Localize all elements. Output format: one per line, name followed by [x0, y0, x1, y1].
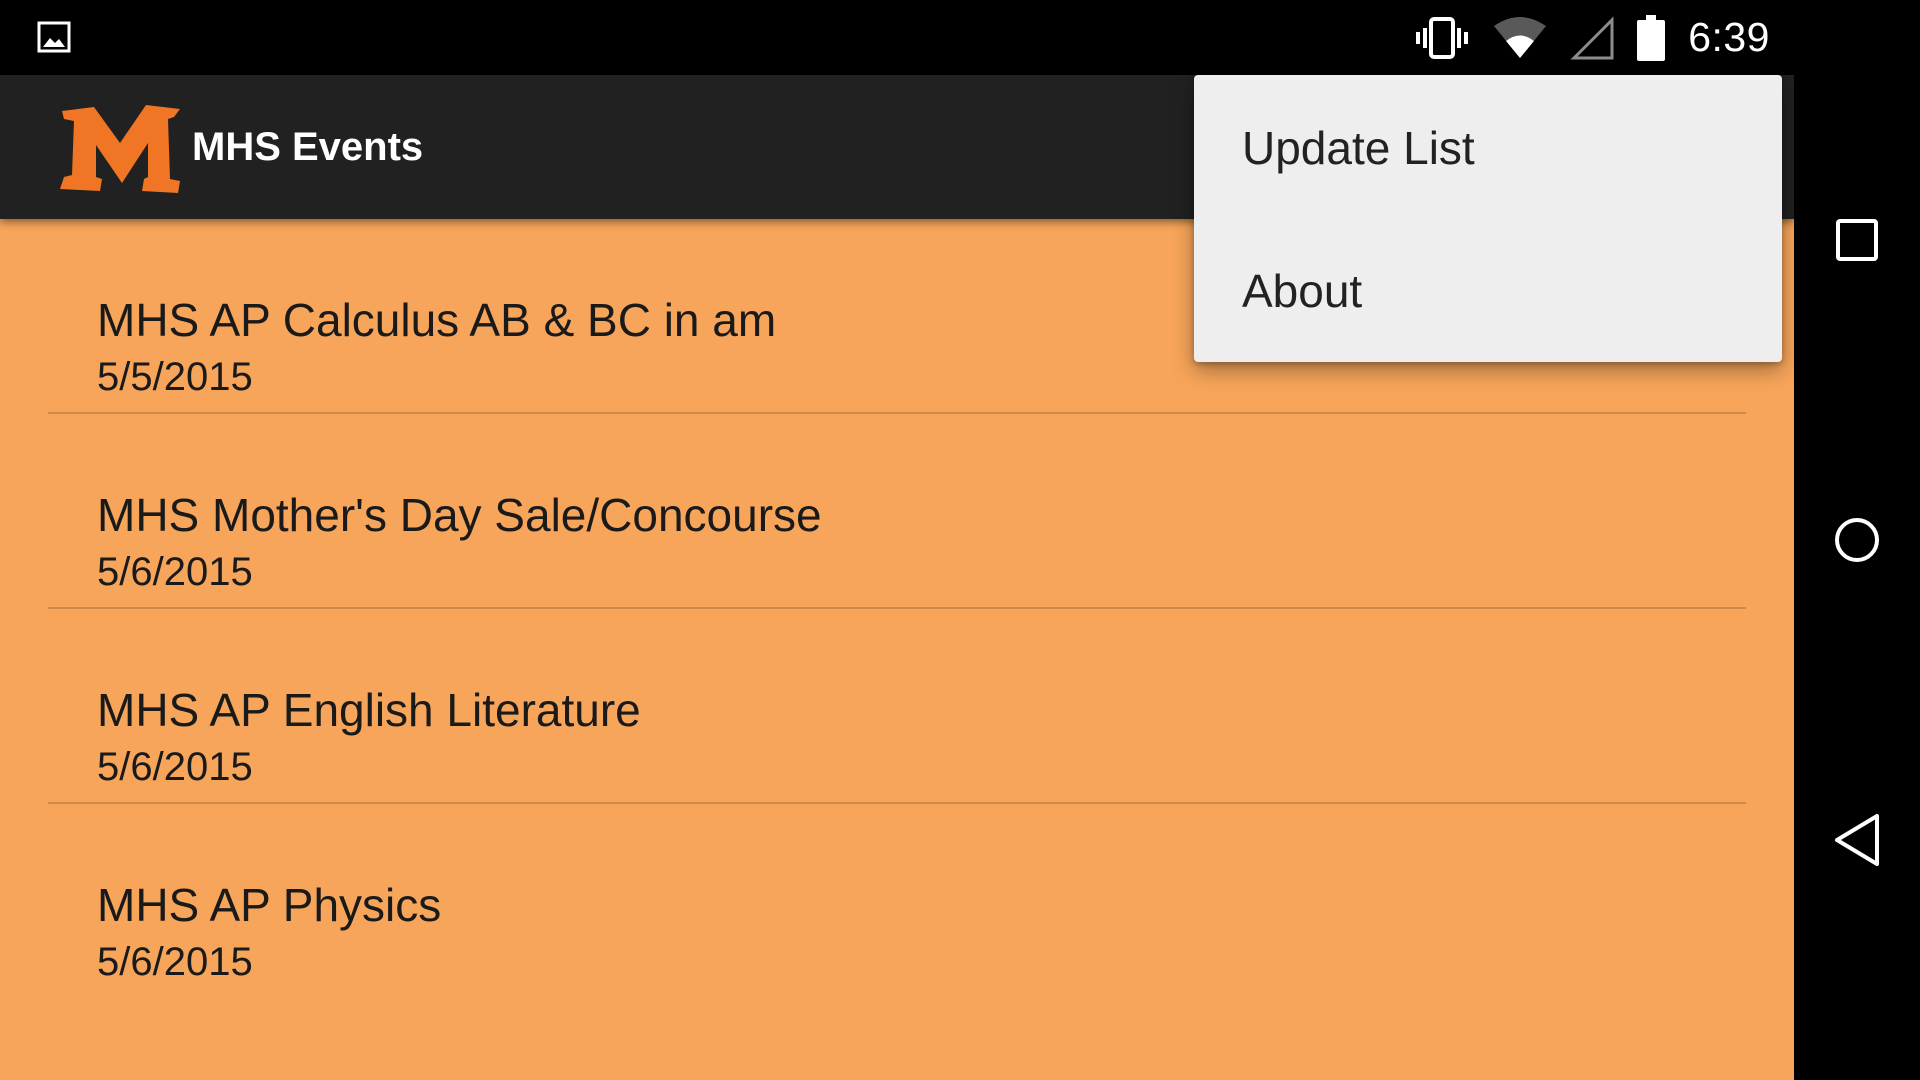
- mhs-logo-icon: [60, 105, 180, 193]
- event-title: MHS AP English Literature: [97, 684, 641, 736]
- status-icons: 6:39: [1414, 0, 1770, 75]
- menu-item-update-list[interactable]: Update List: [1194, 75, 1782, 218]
- recents-icon: [1836, 219, 1878, 261]
- device-screen: 6:39 MHS Events MHS AP Calculus AB & BC …: [0, 0, 1920, 1080]
- cell-signal-icon: [1570, 15, 1614, 59]
- event-date: 5/6/2015: [97, 940, 253, 984]
- home-button[interactable]: [1827, 510, 1887, 570]
- vibrate-icon: [1416, 16, 1469, 59]
- clock-time: 6:39: [1688, 14, 1770, 60]
- home-icon: [1835, 518, 1879, 562]
- event-title: MHS Mother's Day Sale/Concourse: [97, 489, 822, 541]
- event-date: 5/5/2015: [97, 355, 253, 399]
- back-button[interactable]: [1827, 810, 1887, 870]
- app-title: MHS Events: [192, 125, 424, 169]
- wifi-icon: [1494, 16, 1547, 58]
- image-notification-icon: [37, 21, 71, 53]
- menu-item-label: Update List: [1242, 122, 1475, 174]
- menu-item-label: About: [1242, 265, 1363, 317]
- back-icon: [1835, 814, 1879, 866]
- menu-item-about[interactable]: About: [1194, 218, 1782, 361]
- list-item[interactable]: MHS Mother's Day Sale/Concourse 5/6/2015: [48, 414, 1746, 609]
- navigation-bar: [1794, 0, 1920, 1080]
- event-date: 5/6/2015: [97, 550, 253, 594]
- event-date: 5/6/2015: [97, 745, 253, 789]
- recents-button[interactable]: [1827, 210, 1887, 270]
- status-bar: 6:39: [0, 0, 1794, 75]
- event-title: MHS AP Physics: [97, 879, 442, 931]
- overflow-menu: Update List About: [1194, 75, 1782, 362]
- list-item[interactable]: MHS AP English Literature 5/6/2015: [48, 609, 1746, 804]
- event-title: MHS AP Calculus AB & BC in am: [97, 294, 777, 346]
- battery-icon: [1637, 14, 1666, 61]
- list-item[interactable]: MHS AP Physics 5/6/2015: [48, 804, 1746, 997]
